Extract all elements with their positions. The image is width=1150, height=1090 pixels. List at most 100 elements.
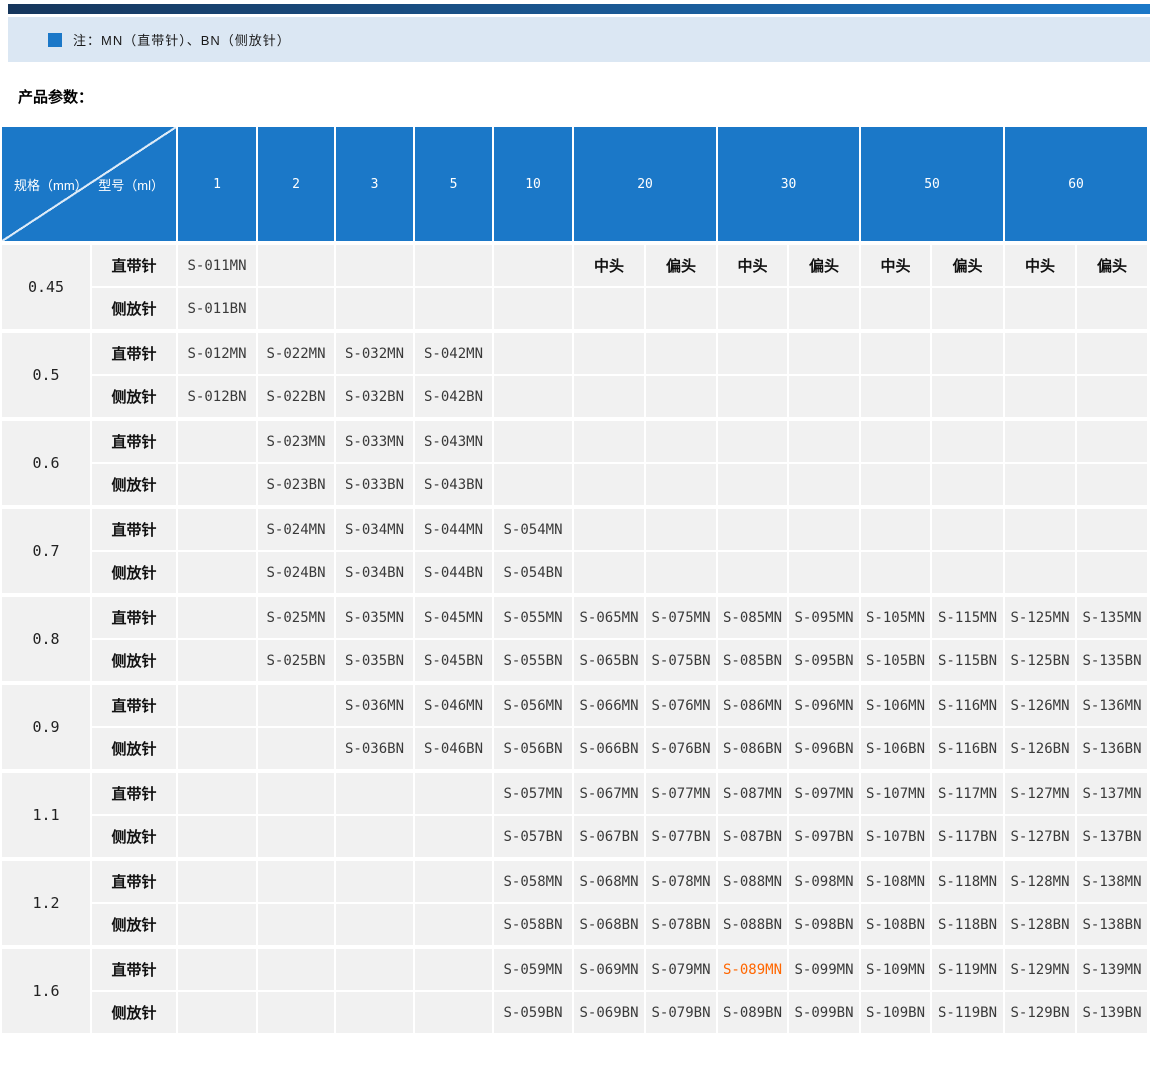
model-cell: S-075BN bbox=[645, 639, 717, 683]
model-cell bbox=[414, 903, 493, 947]
model-cell: S-125BN bbox=[1004, 639, 1076, 683]
model-cell: S-055MN bbox=[493, 595, 573, 639]
model-cell: S-045BN bbox=[414, 639, 493, 683]
model-cell bbox=[177, 771, 257, 815]
model-cell: S-046MN bbox=[414, 683, 493, 727]
model-cell: S-118BN bbox=[931, 903, 1004, 947]
model-cell: S-129MN bbox=[1004, 947, 1076, 991]
model-cell: S-089BN bbox=[717, 991, 788, 1034]
model-cell: S-067MN bbox=[573, 771, 645, 815]
model-cell bbox=[414, 859, 493, 903]
tip-type-cell: 中头 bbox=[573, 243, 645, 287]
needle-type-cell: 侧放针 bbox=[91, 287, 177, 331]
model-cell: S-128BN bbox=[1004, 903, 1076, 947]
needle-type-cell: 侧放针 bbox=[91, 463, 177, 507]
model-cell: S-128MN bbox=[1004, 859, 1076, 903]
table-row: 0.9直带针S-036MNS-046MNS-056MNS-066MNS-076M… bbox=[1, 683, 1148, 727]
model-cell bbox=[931, 507, 1004, 551]
model-cell bbox=[177, 419, 257, 463]
model-cell bbox=[717, 463, 788, 507]
spec-cell: 1.1 bbox=[1, 771, 91, 859]
volume-header-1: 1 bbox=[177, 126, 257, 243]
needle-type-cell: 直带针 bbox=[91, 331, 177, 375]
model-cell bbox=[717, 287, 788, 331]
needle-type-cell: 直带针 bbox=[91, 507, 177, 551]
table-row: 0.8直带针S-025MNS-035MNS-045MNS-055MNS-065M… bbox=[1, 595, 1148, 639]
corner-header-cell: 规格（mm） 型号（ml） bbox=[1, 126, 177, 243]
model-cell: S-106BN bbox=[860, 727, 931, 771]
needle-type-cell: 直带针 bbox=[91, 419, 177, 463]
model-cell: S-012MN bbox=[177, 331, 257, 375]
model-cell: S-069BN bbox=[573, 991, 645, 1034]
needle-type-cell: 直带针 bbox=[91, 595, 177, 639]
model-cell: S-129BN bbox=[1004, 991, 1076, 1034]
model-cell: S-135MN bbox=[1076, 595, 1148, 639]
needle-type-cell: 直带针 bbox=[91, 859, 177, 903]
model-cell bbox=[257, 947, 335, 991]
needle-type-cell: 直带针 bbox=[91, 683, 177, 727]
model-cell bbox=[414, 287, 493, 331]
model-cell: S-118MN bbox=[931, 859, 1004, 903]
tip-type-cell: 中头 bbox=[860, 243, 931, 287]
spec-cell: 1.6 bbox=[1, 947, 91, 1034]
model-cell bbox=[717, 507, 788, 551]
model-cell: S-054BN bbox=[493, 551, 573, 595]
model-cell: S-138MN bbox=[1076, 859, 1148, 903]
model-cell: S-059MN bbox=[493, 947, 573, 991]
model-cell: S-116BN bbox=[931, 727, 1004, 771]
model-cell: S-032BN bbox=[335, 375, 414, 419]
volume-header-5: 5 bbox=[414, 126, 493, 243]
model-cell bbox=[573, 375, 645, 419]
needle-type-cell: 侧放针 bbox=[91, 639, 177, 683]
model-cell bbox=[493, 463, 573, 507]
model-cell bbox=[414, 991, 493, 1034]
model-cell: S-117MN bbox=[931, 771, 1004, 815]
model-cell bbox=[335, 947, 414, 991]
model-cell bbox=[645, 507, 717, 551]
model-cell: S-078MN bbox=[645, 859, 717, 903]
square-bullet-icon bbox=[48, 33, 62, 47]
model-cell bbox=[573, 419, 645, 463]
model-cell bbox=[257, 903, 335, 947]
model-cell bbox=[493, 243, 573, 287]
model-cell bbox=[1076, 551, 1148, 595]
model-cell: S-095MN bbox=[788, 595, 860, 639]
model-cell bbox=[335, 243, 414, 287]
model-cell: S-079BN bbox=[645, 991, 717, 1034]
table-header: 规格（mm） 型号（ml） 12351020305060 bbox=[1, 126, 1148, 243]
model-cell bbox=[257, 683, 335, 727]
model-cell: S-098BN bbox=[788, 903, 860, 947]
model-cell bbox=[414, 815, 493, 859]
volume-header-30: 30 bbox=[717, 126, 860, 243]
model-cell: S-034MN bbox=[335, 507, 414, 551]
model-cell bbox=[1004, 463, 1076, 507]
model-cell: S-066MN bbox=[573, 683, 645, 727]
table-row: 侧放针S-059BNS-069BNS-079BNS-089BNS-099BNS-… bbox=[1, 991, 1148, 1034]
model-cell bbox=[1004, 507, 1076, 551]
model-cell: S-136MN bbox=[1076, 683, 1148, 727]
model-cell: S-108BN bbox=[860, 903, 931, 947]
model-cell: S-043MN bbox=[414, 419, 493, 463]
model-cell: S-011BN bbox=[177, 287, 257, 331]
model-cell: S-057MN bbox=[493, 771, 573, 815]
table-row: 0.45直带针S-011MN中头偏头中头偏头中头偏头中头偏头 bbox=[1, 243, 1148, 287]
model-cell bbox=[1004, 331, 1076, 375]
model-cell: S-115BN bbox=[931, 639, 1004, 683]
tip-type-cell: 偏头 bbox=[645, 243, 717, 287]
model-cell: S-087BN bbox=[717, 815, 788, 859]
model-cell bbox=[335, 903, 414, 947]
model-cell bbox=[788, 419, 860, 463]
model-cell: S-139MN bbox=[1076, 947, 1148, 991]
needle-type-cell: 侧放针 bbox=[91, 551, 177, 595]
model-cell: S-024MN bbox=[257, 507, 335, 551]
model-cell: S-119MN bbox=[931, 947, 1004, 991]
table-row: 1.6直带针S-059MNS-069MNS-079MNS-089MNS-099M… bbox=[1, 947, 1148, 991]
model-cell: S-036MN bbox=[335, 683, 414, 727]
volume-header-50: 50 bbox=[860, 126, 1004, 243]
needle-type-cell: 侧放针 bbox=[91, 903, 177, 947]
model-cell: S-138BN bbox=[1076, 903, 1148, 947]
spec-cell: 0.9 bbox=[1, 683, 91, 771]
model-cell bbox=[1004, 287, 1076, 331]
table-row: 1.1直带针S-057MNS-067MNS-077MNS-087MNS-097M… bbox=[1, 771, 1148, 815]
model-cell: S-065BN bbox=[573, 639, 645, 683]
